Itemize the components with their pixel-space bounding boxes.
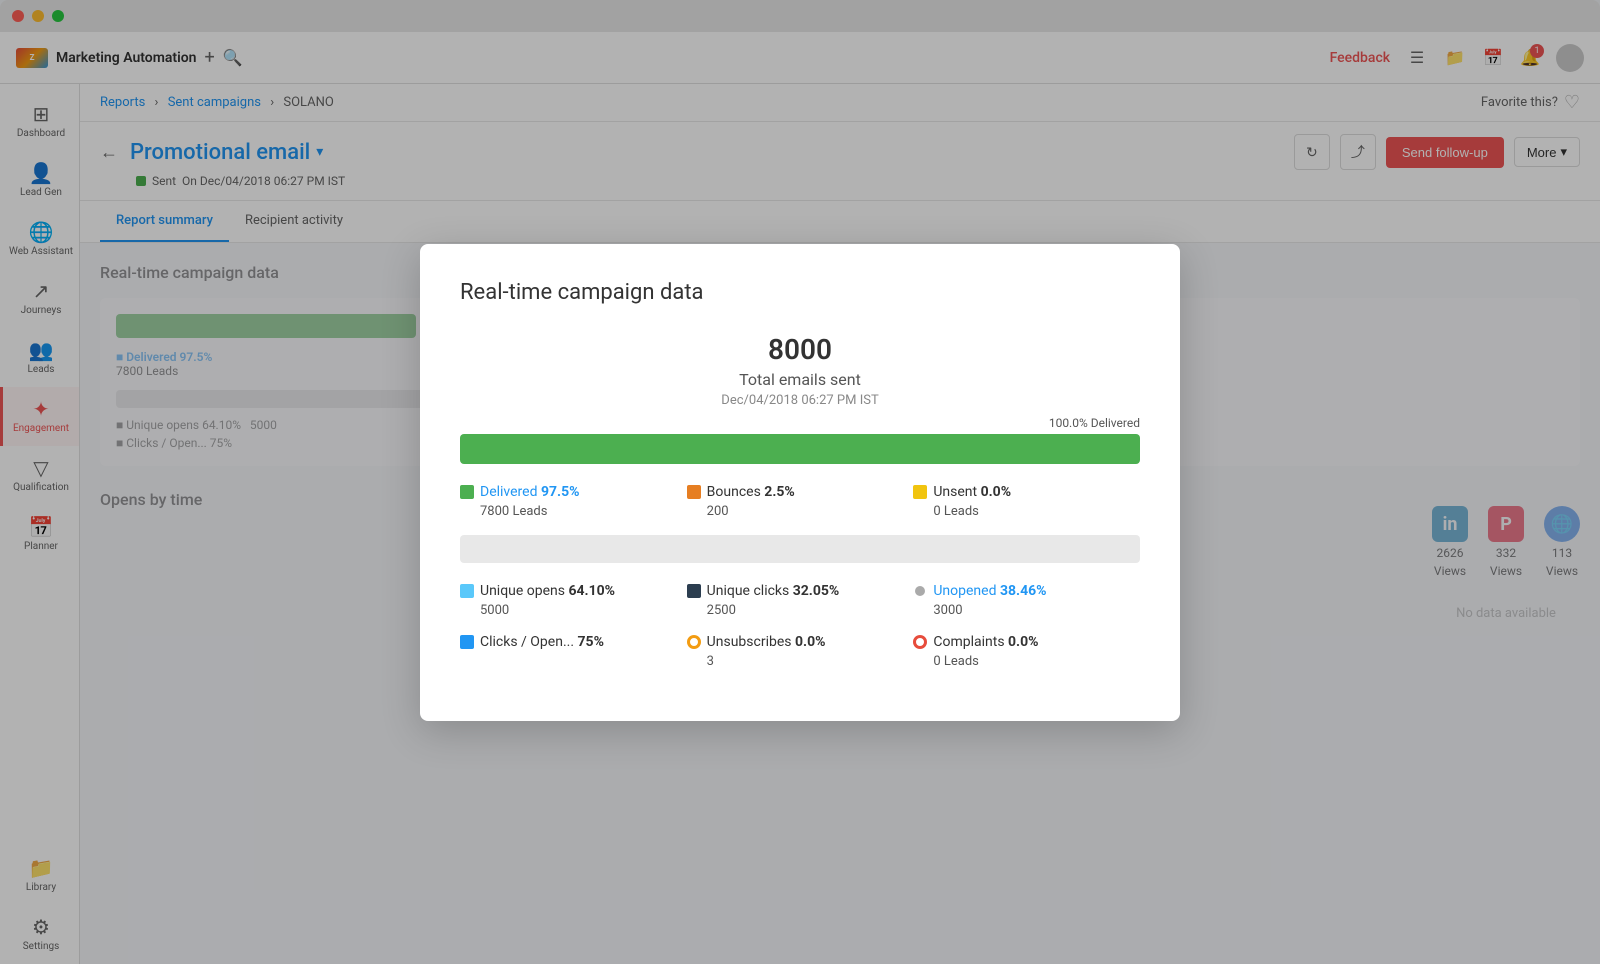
- modal-stats-row-3: Clicks / Open... 75% Unsubscribes 0.0% 3…: [460, 634, 1140, 669]
- unopened-sub: 3000: [933, 603, 1140, 618]
- modal-total-number: 8000: [460, 333, 1140, 366]
- modal-delivered-bar: [460, 434, 1140, 464]
- unique-opens-name: Unique opens 64.10%: [480, 583, 615, 599]
- bounces-dot: [687, 485, 701, 499]
- modal-stat-bounces: Bounces 2.5% 200: [687, 484, 914, 519]
- clicks-open-name: Clicks / Open... 75%: [480, 634, 604, 650]
- modal-stat-delivered-header: Delivered 97.5%: [460, 484, 687, 500]
- modal-stat-unsent: Unsent 0.0% 0 Leads: [913, 484, 1140, 519]
- complaints-sub: 0 Leads: [933, 654, 1140, 669]
- modal-stat-unopened: Unopened 38.46% 3000: [913, 583, 1140, 618]
- modal-stat-unopened-header: Unopened 38.46%: [913, 583, 1140, 599]
- delivered-dot: [460, 485, 474, 499]
- modal-realtime-data: Real-time campaign data 8000 Total email…: [420, 244, 1180, 721]
- modal-stat-unique-opens: Unique opens 64.10% 5000: [460, 583, 687, 618]
- unsent-sub: 0 Leads: [933, 504, 1140, 519]
- bounces-sub: 200: [707, 504, 914, 519]
- modal-overlay[interactable]: Real-time campaign data 8000 Total email…: [0, 0, 1600, 964]
- unsent-dot: [913, 485, 927, 499]
- unique-clicks-name: Unique clicks 32.05%: [707, 583, 840, 599]
- modal-stats-row-2: Unique opens 64.10% 5000 Unique clicks 3…: [460, 583, 1140, 618]
- modal-stats-row-1: Delivered 97.5% 7800 Leads Bounces 2.5% …: [460, 484, 1140, 519]
- modal-stat-bounces-header: Bounces 2.5%: [687, 484, 914, 500]
- modal-stat-clicks-open: Clicks / Open... 75%: [460, 634, 687, 669]
- modal-stat-unsubscribes-header: Unsubscribes 0.0%: [687, 634, 914, 650]
- modal-total-date: Dec/04/2018 06:27 PM IST: [460, 393, 1140, 408]
- modal-title: Real-time campaign data: [460, 280, 1140, 305]
- modal-gray-bar: [460, 535, 1140, 563]
- unsubscribes-name: Unsubscribes 0.0%: [707, 634, 826, 650]
- modal-stat-unsubscribes: Unsubscribes 0.0% 3: [687, 634, 914, 669]
- complaints-name: Complaints 0.0%: [933, 634, 1038, 650]
- unique-clicks-sub: 2500: [707, 603, 914, 618]
- unsent-name: Unsent 0.0%: [933, 484, 1011, 500]
- unique-clicks-dot: [687, 584, 701, 598]
- modal-stat-unique-clicks: Unique clicks 32.05% 2500: [687, 583, 914, 618]
- unopened-name: Unopened 38.46%: [933, 583, 1046, 599]
- modal-stat-delivered: Delivered 97.5% 7800 Leads: [460, 484, 687, 519]
- modal-total-section: 8000 Total emails sent Dec/04/2018 06:27…: [460, 333, 1140, 408]
- bounces-name: Bounces 2.5%: [707, 484, 795, 500]
- modal-stat-complaints: Complaints 0.0% 0 Leads: [913, 634, 1140, 669]
- unsubscribes-sub: 3: [707, 654, 914, 669]
- delivered-name: Delivered 97.5%: [480, 484, 579, 500]
- modal-total-label: Total emails sent: [460, 370, 1140, 389]
- unsubscribes-dot: [687, 635, 701, 649]
- modal-delivered-label: 100.0% Delivered: [460, 416, 1140, 430]
- unique-opens-sub: 5000: [480, 603, 687, 618]
- clicks-open-dot: [460, 635, 474, 649]
- modal-stat-unsent-header: Unsent 0.0%: [913, 484, 1140, 500]
- unique-opens-dot: [460, 584, 474, 598]
- unopened-dot: [915, 586, 925, 596]
- modal-stat-unique-opens-header: Unique opens 64.10%: [460, 583, 687, 599]
- modal-stat-clicks-open-header: Clicks / Open... 75%: [460, 634, 687, 650]
- complaints-dot: [913, 635, 927, 649]
- modal-stat-complaints-header: Complaints 0.0%: [913, 634, 1140, 650]
- delivered-sub: 7800 Leads: [480, 504, 687, 519]
- modal-stat-unique-clicks-header: Unique clicks 32.05%: [687, 583, 914, 599]
